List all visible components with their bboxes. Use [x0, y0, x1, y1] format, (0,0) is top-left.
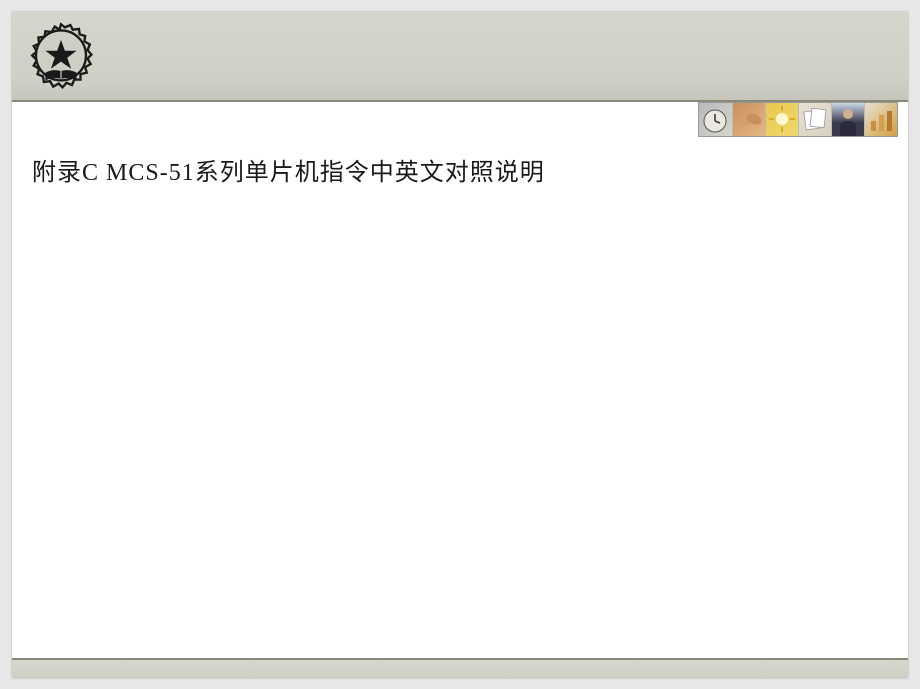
- gear-star-book-icon: [22, 18, 100, 96]
- thumb-image-chart: [864, 103, 897, 136]
- thumb-image-sun: [765, 103, 798, 136]
- slide-header-bar: [12, 12, 908, 102]
- thumb-image-documents: [798, 103, 831, 136]
- thumb-image-person: [831, 103, 864, 136]
- slide-footer-bar: [12, 658, 908, 678]
- thumb-image-clock: [699, 103, 732, 136]
- slide-title: 附录C MCS-51系列单片机指令中英文对照说明: [32, 152, 888, 187]
- thumb-image-hands: [732, 103, 765, 136]
- institution-logo: [22, 18, 100, 96]
- presentation-slide: 附录C MCS-51系列单片机指令中英文对照说明: [12, 12, 908, 678]
- decorative-thumbnail-strip: [698, 102, 898, 137]
